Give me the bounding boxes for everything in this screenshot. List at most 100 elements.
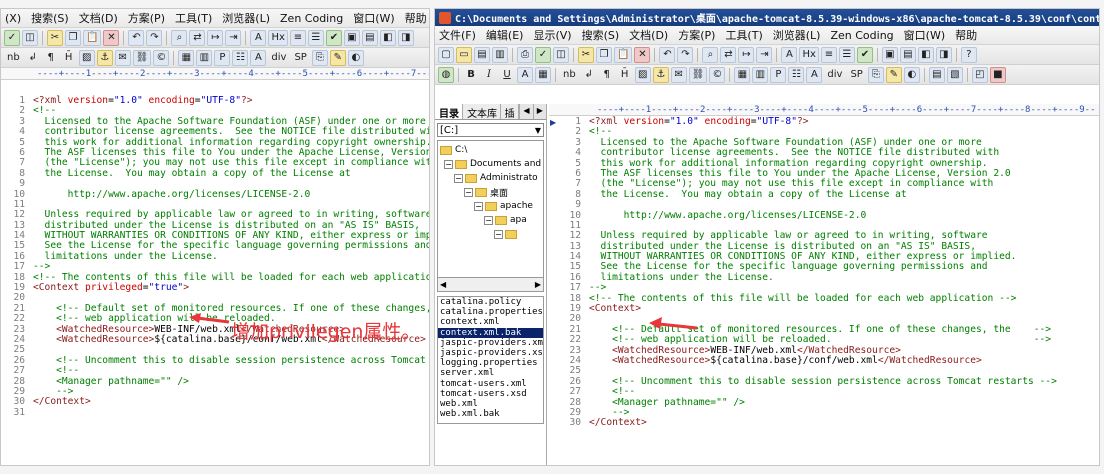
file-list-item[interactable]: catalina.properties [438,307,543,317]
stop-icon[interactable]: ■ [989,66,1006,83]
code-line[interactable]: 19 <Context> [549,303,1099,314]
tab-directory[interactable]: 目录 [435,104,464,119]
paragraph-icon[interactable]: ¶ [599,67,615,83]
code-line[interactable]: 19 <Context privileged="true"> [1,282,429,293]
left-code-area[interactable]: 1 <?xml version="1.0" encoding="UTF-8"?> 2… [1,95,429,418]
code-line[interactable]: 24 <WatchedResource>${catalina.base}/con… [549,355,1099,366]
file-list-item[interactable]: server.xml [438,368,543,378]
font-size-icon[interactable]: A [250,29,267,46]
jump-icon[interactable]: ↦ [738,46,755,63]
file-list-item[interactable]: tomcat-users.xml [438,379,543,389]
print-icon[interactable]: ⎙ [517,46,533,63]
tree-horizontal-scrollbar[interactable]: ◀ ▶ [437,278,544,292]
italic-icon[interactable]: I [481,67,497,83]
table-icon[interactable]: ▦ [178,49,195,66]
form-icon[interactable]: ▥ [752,66,769,83]
menu-item[interactable]: 搜索(S) [582,27,620,43]
underline-icon[interactable]: U [499,67,515,83]
tree-node[interactable]: C:\ [438,143,543,157]
collapse-icon[interactable]: − [474,201,483,211]
window-icon[interactable]: ▣ [343,29,360,46]
validate-icon[interactable]: ✔ [325,29,342,46]
comment-icon[interactable]: © [153,49,170,66]
font-size-icon[interactable]: A [781,46,798,63]
menu-item[interactable]: 帮助 [405,10,427,26]
br-icon[interactable]: ↲ [25,50,41,66]
tree-node[interactable]: − Administrato [438,171,543,185]
code-line[interactable]: 28 <Manager pathname="" /> [549,397,1099,408]
cut-icon[interactable]: ✂ [47,29,63,46]
frame-icon[interactable]: ▧ [946,66,963,83]
file-list-item[interactable]: context.xml [438,317,543,327]
email-icon[interactable]: ✉ [670,66,687,83]
find-icon[interactable]: ⌕ [171,29,188,46]
table-wizard-icon[interactable]: ▤ [928,66,945,83]
replace-icon[interactable]: ⇄ [189,29,206,46]
css-icon[interactable]: ✎ [329,49,346,66]
span-icon[interactable]: SP [847,67,865,83]
code-line[interactable]: 10 http://www.apache.org/licenses/LICENS… [549,210,1099,221]
browser-icon[interactable]: ◨ [935,46,952,63]
file-list-item[interactable]: context.xml.bak [438,327,543,338]
script-icon[interactable]: ⎘ [867,66,884,83]
collapse-icon[interactable]: − [464,187,473,197]
hr-tag-icon[interactable]: H̄ [61,50,77,66]
validate-icon[interactable]: ✔ [856,46,873,63]
find-icon[interactable]: ⌕ [702,46,719,63]
comment-icon[interactable]: © [709,66,726,83]
heading-icon[interactable]: Hx [799,46,819,63]
menu-item[interactable]: 显示(V) [533,27,571,43]
code-line[interactable]: 16 limitations under the License. [549,272,1099,283]
tree-node[interactable]: − apache [438,199,543,213]
file-list-item[interactable]: web.xml.bak [438,409,543,419]
menu-item[interactable]: 帮助 [955,27,977,43]
code-line[interactable]: 30 </Context> [549,417,1099,428]
code-line[interactable]: 8 the License. You may obtain a copy of … [549,189,1099,200]
save-all-icon[interactable]: ▥ [492,46,508,63]
code-line[interactable]: 1 <?xml version="1.0" encoding="UTF-8"?> [549,116,1099,127]
tab-plugins[interactable]: 插 [500,104,520,119]
span-icon[interactable]: SP [291,50,309,66]
code-line[interactable]: 8 the License. You may obtain a copy of … [1,168,429,179]
globe-icon[interactable]: ◍ [438,66,454,83]
folder-tree[interactable]: C:\ − Documents and Se − Administrato − … [437,140,544,278]
split-icon[interactable]: ◧ [379,29,396,46]
menu-item[interactable]: 窗口(W) [353,10,394,26]
spellcheck-icon[interactable]: ✓ [4,29,20,46]
file-list-item[interactable]: jaspic-providers.xsd [438,348,543,358]
delete-icon[interactable]: ✕ [103,29,120,46]
tree-node[interactable]: − 桌面 [438,185,543,199]
paste-icon[interactable]: 📋 [83,29,102,46]
bold-icon[interactable]: B [463,67,479,83]
redo-icon[interactable]: ↷ [146,29,163,46]
tree-node[interactable]: − apa [438,213,543,227]
right-code-area[interactable]: 1 <?xml version="1.0" encoding="UTF-8"?> 2… [549,116,1099,429]
color-icon[interactable]: ◐ [903,66,920,83]
menu-item[interactable]: Zen Coding [280,12,343,25]
div-icon[interactable]: div [268,50,289,66]
code-line[interactable]: 16 limitations under the License. [1,251,429,262]
file-list-item[interactable]: logging.properties [438,358,543,368]
undo-icon[interactable]: ↶ [659,46,676,63]
replace-icon[interactable]: ⇄ [720,46,737,63]
file-list-item[interactable]: tomcat-users.xsd [438,389,543,399]
layout-icon[interactable]: ▤ [361,29,378,46]
link-icon[interactable]: ⛓ [132,49,152,66]
drive-select[interactable]: [C:] ▼ [437,123,544,137]
code-line[interactable]: 31 [1,407,429,418]
div-icon[interactable]: div [824,67,845,83]
collapse-icon[interactable]: − [484,215,493,225]
menu-item[interactable]: 文件(F) [439,27,476,43]
copy-icon[interactable]: ❐ [596,46,612,63]
menu-item[interactable]: 窗口(W) [904,27,945,43]
jump-icon[interactable]: ↦ [207,29,224,46]
hr-icon[interactable]: ≡ [289,29,306,46]
menu-item[interactable]: 方案(P) [678,27,715,43]
hr-icon[interactable]: ≡ [820,46,837,63]
redo-icon[interactable]: ↷ [677,46,694,63]
menu-item[interactable]: 方案(P) [128,10,165,26]
link-icon[interactable]: ⛓ [688,66,708,83]
window-icon[interactable]: ▣ [881,46,898,63]
cut-icon[interactable]: ✂ [578,46,594,63]
save-icon[interactable]: ▤ [474,46,490,63]
